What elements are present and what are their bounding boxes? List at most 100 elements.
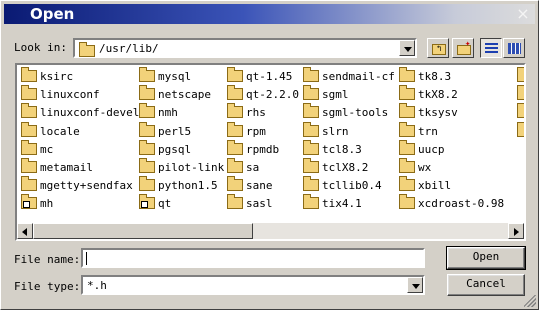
scroll-right-button[interactable] [508, 223, 524, 239]
list-item[interactable]: tkX8.2 [399, 85, 458, 103]
list-item[interactable]: sa [227, 158, 260, 176]
folder-icon [139, 158, 155, 173]
list-item[interactable]: qt [139, 194, 171, 212]
list-item[interactable]: mc [21, 139, 53, 158]
folder-icon [227, 85, 243, 101]
list-item[interactable] [517, 103, 524, 121]
list-item-label: sa [246, 161, 260, 174]
file-name-input[interactable] [81, 248, 425, 268]
list-item-label: tix4.1 [322, 197, 362, 211]
resize-grip-icon[interactable] [524, 295, 536, 307]
folder-icon [21, 85, 37, 101]
list-item[interactable]: xbill [399, 176, 451, 194]
list-item-label: mgetty+sendfax [40, 179, 133, 193]
list-item[interactable]: uucp [399, 139, 445, 158]
list-item[interactable]: sgml [303, 85, 349, 103]
look-in-combo[interactable]: /usr/lib/ [73, 38, 417, 58]
list-item[interactable]: rhs [227, 103, 266, 121]
list-item[interactable] [517, 85, 524, 103]
list-item[interactable]: linuxconf [21, 85, 100, 103]
list-item[interactable]: rpmdb [227, 139, 279, 158]
list-item[interactable]: mgetty+sendfax [21, 176, 133, 194]
list-item-label: sgml-tools [322, 106, 389, 120]
list-item-label: wx [418, 161, 432, 174]
chevron-down-icon[interactable] [407, 277, 423, 293]
list-item-label: pgsql [158, 142, 192, 156]
list-item[interactable]: linuxconf-devel [21, 103, 140, 121]
arrow-right-icon [514, 228, 519, 236]
chevron-down-icon[interactable] [399, 40, 415, 56]
scroll-left-button[interactable] [17, 223, 33, 239]
list-item[interactable]: sendmail-cf [303, 67, 395, 85]
folder-link-icon [139, 194, 155, 210]
list-item[interactable]: sasl [227, 194, 273, 212]
folder-icon [21, 139, 37, 155]
list-item-label: tcllib0.4 [322, 179, 382, 193]
horizontal-scrollbar[interactable] [17, 223, 524, 239]
title-bar[interactable]: Open × [4, 4, 535, 24]
list-item[interactable]: tcl8.3 [303, 139, 362, 158]
close-icon[interactable]: × [515, 6, 531, 22]
cancel-button[interactable]: Cancel [447, 274, 525, 296]
list-item[interactable]: tclX8.2 [303, 158, 368, 176]
folder-icon [303, 194, 319, 210]
open-button[interactable]: Open [446, 246, 526, 270]
list-item[interactable]: trn [399, 121, 438, 140]
list-item[interactable]: ksirc [21, 67, 73, 85]
list-item[interactable]: wx [399, 158, 432, 176]
list-item[interactable]: netscape [139, 85, 211, 103]
list-item[interactable]: mysql [139, 67, 191, 85]
list-item[interactable] [517, 67, 524, 85]
list-item[interactable]: nmh [139, 103, 178, 121]
list-item[interactable] [517, 121, 524, 140]
list-item[interactable]: pgsql [139, 139, 192, 158]
list-item-label: sane [246, 179, 273, 193]
list-item[interactable]: tcllib0.4 [303, 176, 382, 194]
list-item[interactable]: tix4.1 [303, 194, 362, 212]
dialog-title: Open [30, 5, 75, 23]
list-item[interactable]: sgml-tools [303, 103, 389, 121]
list-item[interactable]: xcdroast-0.98 [399, 194, 504, 212]
folder-link-icon [21, 194, 37, 210]
list-item[interactable]: tk8.3 [399, 67, 451, 85]
list-item[interactable]: sane [227, 176, 273, 194]
list-item-label: trn [418, 124, 438, 138]
list-item[interactable]: perl5 [139, 121, 191, 140]
folder-icon [139, 176, 155, 192]
list-item-label: linuxconf-devel [40, 106, 140, 120]
folder-icon [303, 139, 319, 155]
list-item-label: mh [40, 197, 54, 211]
folder-icon [517, 103, 524, 119]
folder-icon [303, 85, 319, 101]
scrollbar-thumb[interactable] [33, 223, 253, 239]
folder-icon [139, 103, 155, 119]
folder-up-button[interactable]: ↰ [427, 38, 449, 58]
folder-icon [399, 85, 415, 101]
list-item[interactable]: qt-1.45 [227, 67, 292, 85]
folder-icon [399, 158, 415, 173]
file-type-select[interactable]: *.h [81, 275, 425, 295]
list-item[interactable]: rpm [227, 121, 266, 140]
look-in-label: Look in: [14, 41, 67, 54]
list-item[interactable]: mh [21, 194, 54, 212]
list-item[interactable]: python1.5 [139, 176, 218, 194]
list-item[interactable]: locale [21, 121, 80, 140]
list-item-label: python1.5 [158, 179, 218, 193]
file-type-value: *.h [87, 279, 107, 292]
folder-icon [517, 85, 524, 101]
folder-icon [399, 176, 415, 192]
list-item[interactable]: pilot-link [139, 158, 224, 176]
detail-view-button[interactable] [503, 38, 525, 58]
list-item-label: sasl [246, 197, 273, 211]
list-item-label: linuxconf [40, 88, 100, 102]
folder-icon [21, 67, 37, 82]
list-item[interactable]: qt-2.2.0 [227, 85, 299, 103]
open-dialog: Open × Look in: /usr/lib/ ↰ ✦ ksirc linux… [0, 0, 539, 310]
list-item[interactable]: slrn [303, 121, 349, 140]
new-folder-button[interactable]: ✦ [452, 38, 474, 58]
file-list[interactable]: ksirc linuxconf linuxconf-devel locale mc met… [15, 63, 526, 241]
list-item[interactable]: metamail [21, 158, 93, 176]
list-view-button[interactable] [480, 38, 502, 58]
folder-icon [399, 103, 415, 119]
list-item[interactable]: tksysv [399, 103, 458, 121]
